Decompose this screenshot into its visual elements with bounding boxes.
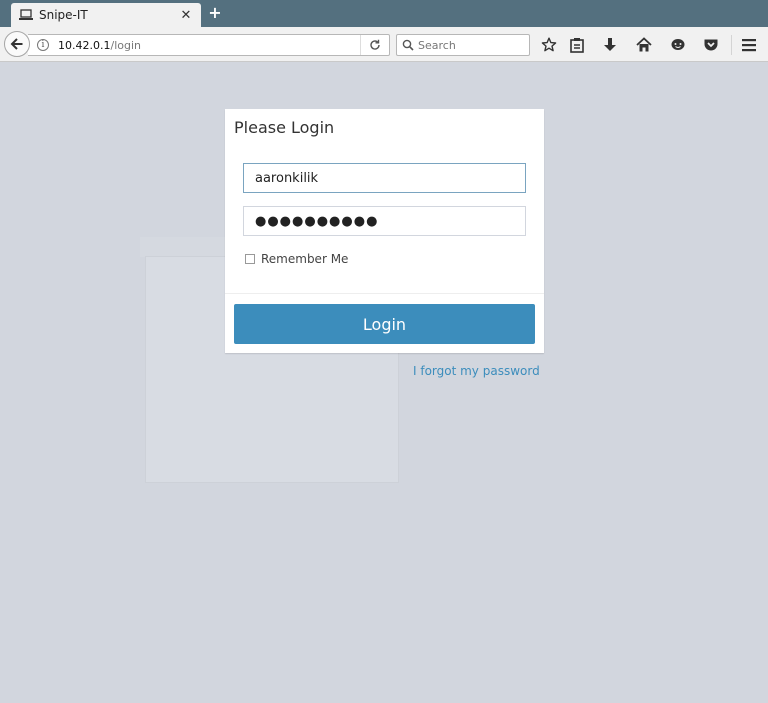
search-bar[interactable] bbox=[396, 34, 530, 56]
login-panel: Please Login Remember Me Login bbox=[225, 109, 544, 353]
download-icon[interactable] bbox=[599, 34, 621, 56]
url-text[interactable]: 10.42.0.1/login bbox=[58, 39, 360, 52]
pocket-icon[interactable] bbox=[700, 34, 722, 56]
tab-strip: Snipe-IT ✕ + bbox=[0, 0, 768, 27]
username-input[interactable] bbox=[243, 163, 526, 193]
remember-me-label[interactable]: Remember Me bbox=[261, 252, 348, 266]
remember-me-checkbox[interactable] bbox=[245, 254, 255, 264]
back-button[interactable] bbox=[4, 31, 30, 57]
url-bar[interactable]: i 10.42.0.1/login bbox=[28, 34, 390, 56]
panel-divider bbox=[225, 293, 544, 294]
toolbar-divider bbox=[731, 35, 732, 55]
browser-tab[interactable]: Snipe-IT ✕ bbox=[11, 3, 201, 27]
url-host: 10.42.0.1 bbox=[58, 38, 111, 52]
laptop-icon bbox=[19, 8, 33, 22]
clipboard-icon[interactable] bbox=[566, 34, 588, 56]
tab-title: Snipe-IT bbox=[39, 8, 88, 22]
star-icon[interactable] bbox=[538, 34, 560, 56]
forgot-password-link[interactable]: I forgot my password bbox=[413, 364, 540, 378]
remember-me-row: Remember Me bbox=[245, 252, 348, 266]
url-path: /login bbox=[110, 38, 141, 52]
login-button[interactable]: Login bbox=[234, 304, 535, 344]
page-title: Please Login bbox=[234, 118, 335, 137]
home-icon[interactable] bbox=[633, 34, 655, 56]
plus-icon[interactable]: + bbox=[207, 4, 223, 22]
password-input[interactable] bbox=[243, 206, 526, 236]
close-icon[interactable]: ✕ bbox=[179, 9, 193, 22]
navigation-toolbar: i 10.42.0.1/login bbox=[0, 27, 768, 62]
chat-icon[interactable] bbox=[667, 34, 689, 56]
hamburger-menu-icon[interactable] bbox=[738, 34, 760, 56]
search-icon bbox=[402, 39, 414, 51]
info-icon[interactable]: i bbox=[37, 39, 49, 51]
back-arrow-icon bbox=[10, 37, 24, 51]
reload-icon[interactable] bbox=[361, 35, 389, 55]
search-input[interactable] bbox=[418, 38, 518, 52]
